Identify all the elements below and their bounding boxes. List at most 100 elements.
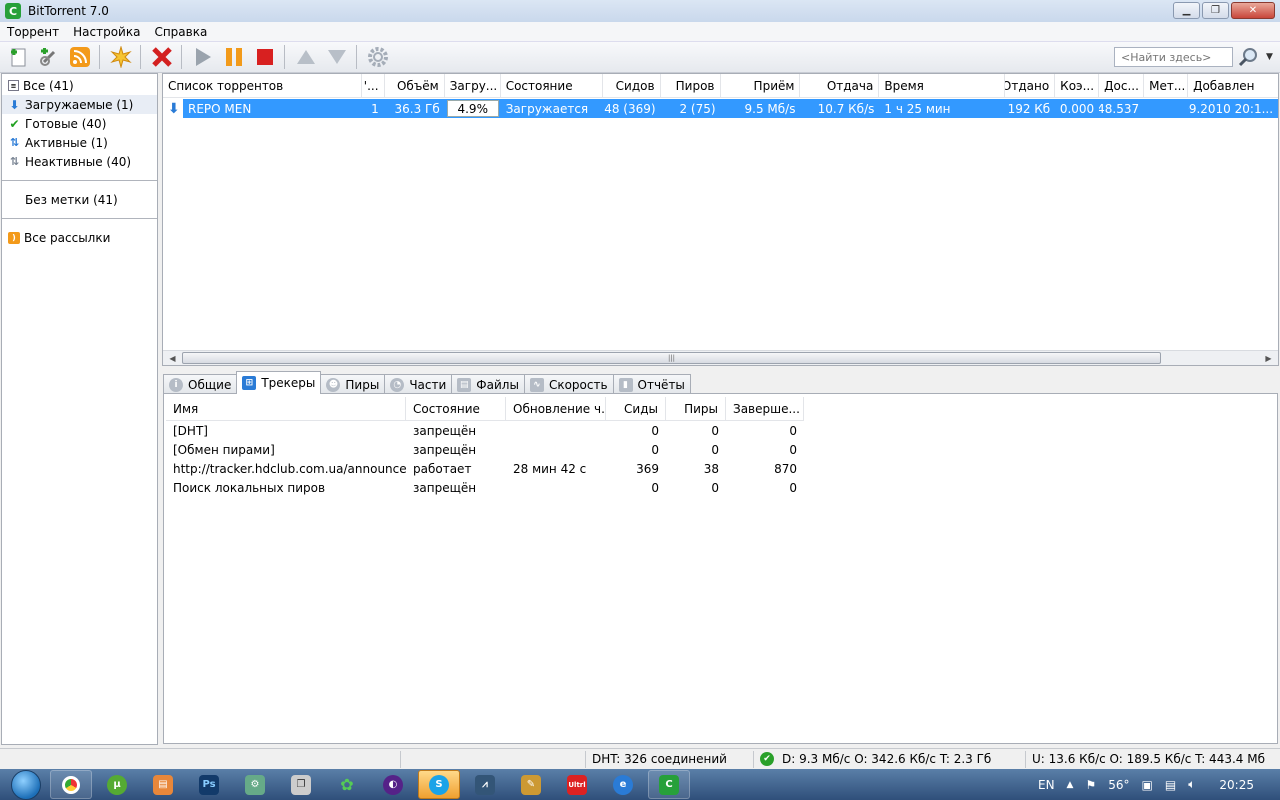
- add-torrent-button[interactable]: [5, 44, 31, 70]
- taskbar-skype[interactable]: S: [418, 770, 460, 799]
- taskbar-app11[interactable]: ✎: [510, 770, 552, 799]
- remove-button[interactable]: [149, 44, 175, 70]
- security-icon[interactable]: ▣: [1142, 778, 1153, 792]
- taskbar-utorrent[interactable]: µ: [96, 770, 138, 799]
- stop-button[interactable]: [252, 44, 278, 70]
- maximize-button[interactable]: ❐: [1202, 2, 1229, 19]
- col-uploaded[interactable]: Отдано: [1005, 74, 1056, 97]
- col-tracker-peers[interactable]: Пиры: [666, 397, 726, 420]
- col-eta[interactable]: Время: [879, 74, 1006, 97]
- volume-icon[interactable]: 🔈︎: [1188, 777, 1195, 792]
- col-availability[interactable]: Дос...: [1099, 74, 1145, 97]
- taskbar-photoshop[interactable]: Ps: [188, 770, 230, 799]
- tracker-row[interactable]: http://tracker.hdclub.com.ua/announce.p.…: [166, 459, 804, 478]
- system-tray: EN ▲ ⚑ 56° ▣ ▤ 🔈︎ 20:25: [1032, 769, 1280, 800]
- add-url-button[interactable]: [36, 44, 62, 70]
- torrent-row[interactable]: REPO MEN 1 36.3 Гб 4.9% Загружается 48 (…: [183, 99, 1278, 118]
- taskbar-icq[interactable]: ✿: [326, 770, 368, 799]
- tab-peers[interactable]: ☻ Пиры: [320, 374, 386, 394]
- tab-files[interactable]: ▤ Файлы: [451, 374, 525, 394]
- remove-x-icon: [152, 47, 172, 67]
- torrent-status: Загружается: [505, 101, 589, 116]
- col-tracker-update[interactable]: Обновление ч...: [506, 397, 606, 420]
- start-button[interactable]: [6, 769, 46, 800]
- sidebar-item-label: Активные (1): [25, 135, 108, 150]
- col-tracker-seeds[interactable]: Сиды: [606, 397, 666, 420]
- add-rss-button[interactable]: [67, 44, 93, 70]
- col-label[interactable]: Мет...: [1144, 74, 1189, 97]
- windows-logo-icon: [11, 769, 41, 800]
- menu-torrent[interactable]: Торрент: [0, 25, 66, 39]
- tracker-row[interactable]: Поиск локальных пиров запрещён 0 0 0: [166, 478, 804, 497]
- col-number[interactable]: '...: [362, 74, 385, 97]
- tab-speed[interactable]: ∿ Скорость: [523, 374, 614, 394]
- taskbar-chrome[interactable]: [50, 770, 92, 799]
- col-tracker-name[interactable]: Имя: [166, 397, 406, 420]
- col-peers[interactable]: Пиров: [661, 74, 721, 97]
- window-stack-icon: ❐: [291, 774, 311, 795]
- col-added[interactable]: Добавлен: [1188, 74, 1278, 97]
- col-up-speed[interactable]: Отдача: [800, 74, 880, 97]
- col-down-speed[interactable]: Приём: [721, 74, 801, 97]
- sidebar-item-no-label[interactable]: Без метки (41): [2, 190, 157, 209]
- col-tracker-completed[interactable]: Заверше...: [726, 397, 804, 420]
- tracker-row[interactable]: [DHT] запрещён 0 0 0: [166, 421, 804, 440]
- language-indicator[interactable]: EN: [1038, 778, 1055, 792]
- tab-pieces[interactable]: ◔ Части: [384, 374, 453, 394]
- tab-log[interactable]: ▮ Отчёты: [612, 374, 691, 394]
- col-progress[interactable]: Загру...: [445, 74, 501, 97]
- move-up-button[interactable]: [293, 44, 319, 70]
- scroll-left-icon[interactable]: ◀: [165, 352, 180, 365]
- bittorrent-logo-icon: C: [5, 3, 21, 19]
- preferences-button[interactable]: [365, 44, 391, 70]
- move-down-button[interactable]: [324, 44, 350, 70]
- col-name[interactable]: Список торрентов: [163, 74, 362, 97]
- taskbar-ie[interactable]: e: [602, 770, 644, 799]
- sidebar-item-all-feeds[interactable]: ) Все рассылки: [2, 228, 157, 247]
- tab-label: Трекеры: [261, 376, 316, 390]
- taskbar-app12[interactable]: Ultrl: [556, 770, 598, 799]
- clock[interactable]: 20:25: [1219, 778, 1254, 792]
- taskbar-app6[interactable]: ❐: [280, 770, 322, 799]
- tab-general[interactable]: i Общие: [163, 374, 238, 394]
- taskbar-app10[interactable]: ⩘: [464, 770, 506, 799]
- col-seeds[interactable]: Сидов: [603, 74, 661, 97]
- scroll-right-icon[interactable]: ▶: [1261, 352, 1276, 365]
- pause-button[interactable]: [221, 44, 247, 70]
- taskbar-explorer[interactable]: ▤: [142, 770, 184, 799]
- network-icon[interactable]: ▤: [1165, 778, 1176, 792]
- search-button[interactable]: ▼: [1238, 46, 1274, 68]
- horizontal-scrollbar[interactable]: ◀ ||| ▶: [163, 350, 1278, 365]
- tray-expand-icon[interactable]: ▲: [1067, 780, 1074, 790]
- taskbar-bittorrent[interactable]: C: [648, 770, 690, 799]
- close-button[interactable]: ✕: [1231, 2, 1275, 19]
- play-icon: [196, 48, 211, 66]
- tracker-row[interactable]: [Обмен пирами] запрещён 0 0 0: [166, 440, 804, 459]
- sidebar-item-all[interactable]: ≡ Все (41): [2, 76, 157, 95]
- col-ratio[interactable]: Коэ...: [1055, 74, 1100, 97]
- sidebar-item-active[interactable]: ⇅ Активные (1): [2, 133, 157, 152]
- col-tracker-status[interactable]: Состояние: [406, 397, 506, 420]
- chrome-icon: [62, 775, 80, 794]
- scrollbar-thumb[interactable]: |||: [182, 352, 1161, 364]
- minimize-button[interactable]: ▁: [1173, 2, 1200, 19]
- torrent-ratio: 0.000: [1059, 101, 1095, 116]
- sidebar-item-downloading[interactable]: ⬇ Загружаемые (1): [2, 95, 157, 114]
- sidebar-item-completed[interactable]: ✔ Готовые (40): [2, 114, 157, 133]
- create-torrent-button[interactable]: [108, 44, 134, 70]
- sidebar-item-inactive[interactable]: ⇅ Неактивные (40): [2, 152, 157, 171]
- menu-settings[interactable]: Настройка: [66, 25, 147, 39]
- col-status[interactable]: Состояние: [501, 74, 603, 97]
- col-size[interactable]: Объём: [385, 74, 445, 97]
- action-center-flag-icon[interactable]: ⚑: [1085, 778, 1096, 792]
- temperature-indicator[interactable]: 56°: [1108, 778, 1129, 792]
- tab-trackers[interactable]: ⊞ Трекеры: [236, 371, 322, 394]
- start-button[interactable]: [190, 44, 216, 70]
- search-input[interactable]: [1114, 47, 1233, 67]
- taskbar-app8[interactable]: ◐: [372, 770, 414, 799]
- sidebar-item-label: Все (41): [23, 78, 74, 93]
- red-app-icon: Ultrl: [567, 774, 587, 795]
- menu-help[interactable]: Справка: [147, 25, 214, 39]
- taskbar-app5[interactable]: ⚙: [234, 770, 276, 799]
- inactive-arrows-icon: ⇅: [9, 155, 20, 168]
